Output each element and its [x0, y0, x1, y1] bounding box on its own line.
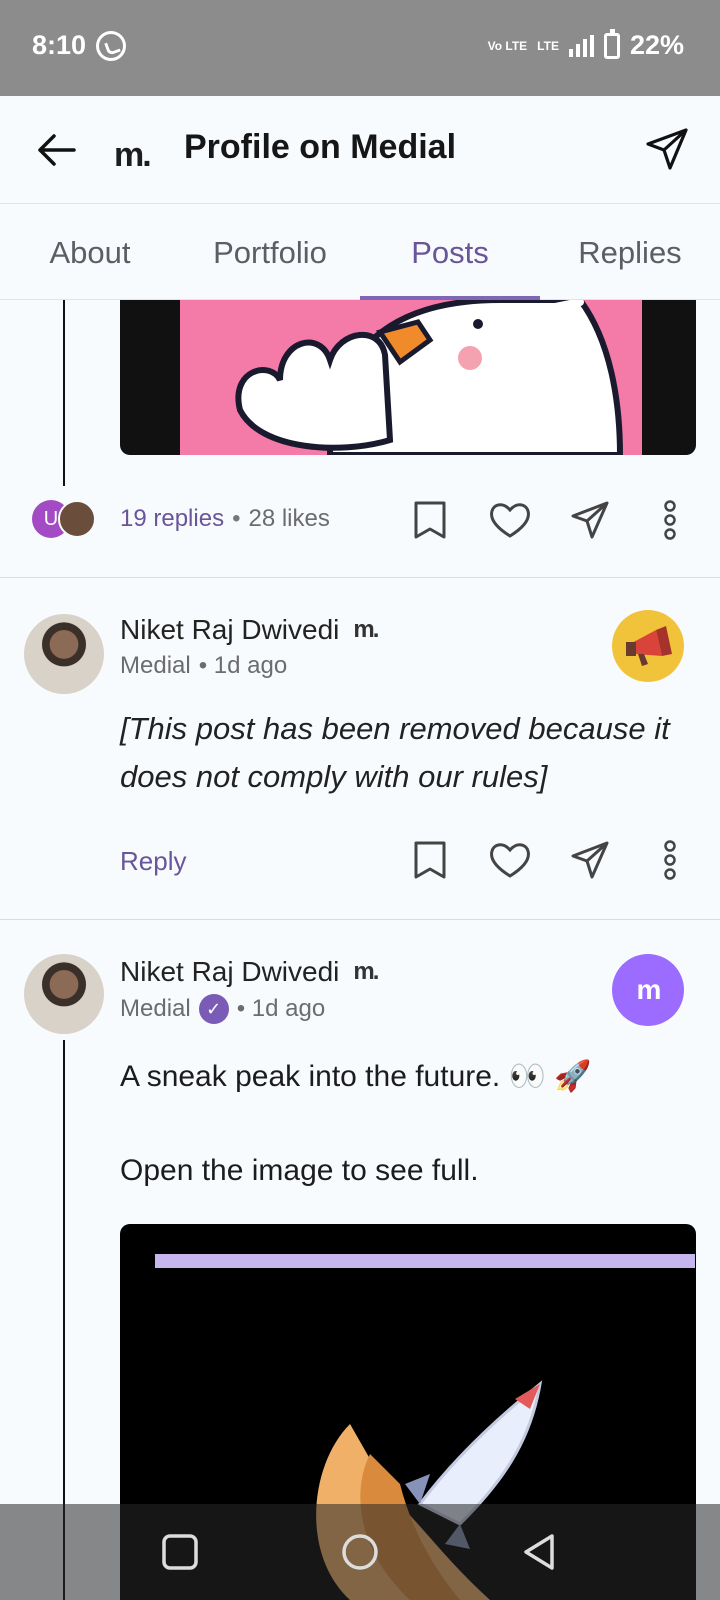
- post-stats-row: U 19 replies • 28 likes: [0, 492, 720, 552]
- clock-text: 8:10: [32, 30, 87, 60]
- app-bar: m. Profile on Medial: [0, 96, 720, 204]
- medial-logo: m.: [353, 616, 379, 643]
- replies-count[interactable]: 19 replies: [120, 505, 224, 532]
- avatar[interactable]: [24, 954, 104, 1034]
- back-arrow-icon[interactable]: [36, 132, 76, 168]
- bird-illustration: [235, 300, 624, 455]
- recents-icon[interactable]: [160, 1532, 200, 1572]
- tab-about[interactable]: About: [0, 204, 180, 299]
- volte-icon: Vo LTE: [487, 38, 528, 53]
- share-icon[interactable]: [568, 498, 612, 542]
- share-icon[interactable]: [644, 126, 690, 172]
- battery-icon: [603, 28, 620, 59]
- author-name[interactable]: Niket Raj Dwivedi m.: [120, 614, 379, 646]
- bookmark-icon[interactable]: [408, 498, 452, 542]
- post-stats: 19 replies • 28 likes: [120, 505, 330, 533]
- share-icon[interactable]: [568, 838, 612, 882]
- more-icon[interactable]: [648, 498, 692, 542]
- whatsapp-icon: [96, 30, 127, 61]
- status-bar: 8:10 Vo LTE LTE 22%: [0, 0, 720, 96]
- heart-icon[interactable]: [488, 498, 532, 542]
- post-meta: Medial • 1d ago: [120, 652, 287, 680]
- tab-replies[interactable]: Replies: [540, 204, 720, 299]
- author-name-text[interactable]: Niket Raj Dwivedi: [120, 956, 339, 988]
- status-right: Vo LTE LTE 22%: [487, 28, 684, 61]
- post-actions: [372, 498, 692, 542]
- medial-logo: m.: [114, 136, 152, 174]
- more-icon[interactable]: [648, 838, 692, 882]
- status-time: 8:10: [32, 30, 127, 61]
- post-source: Medial: [120, 995, 191, 1022]
- likes-count[interactable]: 28 likes: [248, 505, 329, 532]
- medial-logo: m.: [353, 958, 379, 985]
- lte-icon: LTE: [537, 38, 559, 53]
- reply-button[interactable]: Reply: [120, 846, 186, 877]
- author-name-text[interactable]: Niket Raj Dwivedi: [120, 614, 339, 646]
- profile-tabs: About Portfolio Posts Replies: [0, 204, 720, 300]
- post-time: • 1d ago: [198, 652, 288, 679]
- megaphone-icon[interactable]: [612, 610, 684, 682]
- post-text: [This post has been removed because it d…: [120, 711, 670, 794]
- post-text: A sneak peak into the future. 👀 🚀: [120, 1060, 592, 1093]
- heart-icon[interactable]: [488, 838, 532, 882]
- avatar: [58, 500, 96, 538]
- verified-icon: ✓: [198, 994, 229, 1024]
- tab-posts[interactable]: Posts: [360, 204, 540, 300]
- signal-icon: [568, 34, 594, 57]
- avatar[interactable]: [24, 614, 104, 694]
- battery-percent: 22%: [629, 30, 684, 60]
- bookmark-icon[interactable]: [408, 838, 452, 882]
- divider: [0, 577, 720, 578]
- page-title: Profile on Medial: [184, 128, 457, 166]
- separator-dot: •: [232, 505, 241, 532]
- thread-line: [63, 300, 65, 486]
- author-name[interactable]: Niket Raj Dwivedi m.: [120, 956, 379, 988]
- back-icon[interactable]: [520, 1532, 560, 1572]
- post-time: • 1d ago: [236, 995, 326, 1022]
- tab-portfolio[interactable]: Portfolio: [180, 204, 360, 299]
- home-icon[interactable]: [340, 1532, 380, 1572]
- post-actions: [372, 838, 692, 882]
- post-text: Open the image to see full.: [120, 1154, 479, 1187]
- medial-badge-icon[interactable]: m: [612, 954, 684, 1026]
- divider: [0, 919, 720, 920]
- system-nav-bar: [0, 1504, 720, 1600]
- post-meta: Medial ✓ • 1d ago: [120, 994, 325, 1024]
- post-image[interactable]: [120, 300, 696, 455]
- post-source: Medial: [120, 652, 191, 679]
